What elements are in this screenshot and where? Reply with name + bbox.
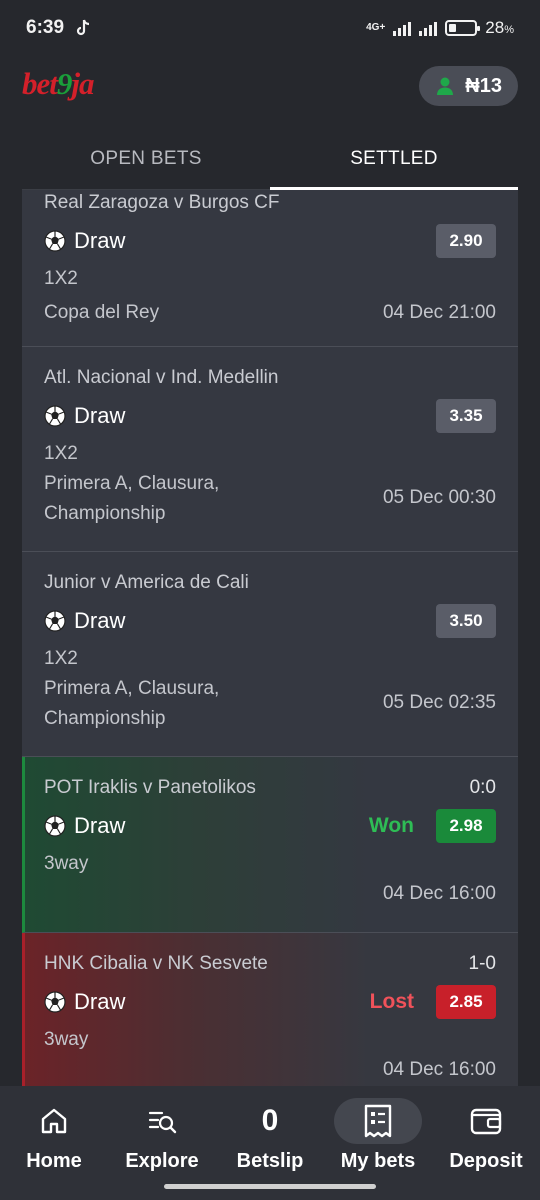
match-name: Junior v America de Cali [44,572,249,593]
tab-settled[interactable]: SETTLED [270,128,518,190]
odds-badge: 2.98 [436,809,496,843]
final-score: 0:0 [469,777,496,798]
result-won-label: Won [368,814,414,837]
bet-card[interactable]: Real Zaragoza v Burgos CF Draw 2.90 1X2 … [22,190,518,347]
football-icon [44,610,66,632]
result-lost-label: Lost [369,990,414,1013]
odds-badge: 3.50 [436,604,496,638]
competition: Primera A, Clausura, Championship [44,678,220,729]
odds-badge: 2.90 [436,224,496,258]
market: 1X2 [44,443,78,464]
app-header: bet9ja ₦13 [0,62,540,110]
selection: Draw [44,228,125,254]
selection: Draw [44,403,125,429]
football-icon [44,815,66,837]
market: 1X2 [44,268,78,289]
match-name: Real Zaragoza v Burgos CF [44,192,280,213]
football-icon [44,991,66,1013]
market: 3way [44,853,89,874]
kickoff-time: 04 Dec 16:00 [382,883,496,904]
bet-card[interactable]: Junior v America de Cali Draw 3.50 1X2 P… [22,552,518,757]
home-indicator [164,1184,376,1189]
bet-card-lost[interactable]: HNK Cibalia v NK Sesvete 1-0 Draw Lost 2… [22,933,518,1086]
status-bar: 6:39 4G+ 28% [0,0,540,56]
battery-icon [445,20,481,36]
nav-deposit[interactable]: Deposit [432,1090,540,1200]
status-time: 6:39 [26,17,65,38]
selection: Draw [44,989,125,1015]
network-type: 4G+ [366,22,386,33]
status-indicators: 4G+ 28% [366,18,514,38]
bets-tabs: OPEN BETS SETTLED [22,128,518,190]
football-icon [44,230,66,252]
signal-icon [393,20,412,36]
odds-badge: 2.85 [436,985,496,1019]
bet9ja-logo[interactable]: bet9ja [22,66,95,102]
bottom-navigation: Home Explore 0 Betslip My bets Deposit [0,1086,540,1200]
user-icon [437,77,454,95]
my-bets-icon [334,1098,422,1144]
match-name: POT Iraklis v Panetolikos [44,777,256,798]
kickoff-time: 04 Dec 16:00 [382,1059,496,1080]
tab-open-bets[interactable]: OPEN BETS [22,128,270,189]
final-score: 1-0 [468,953,496,974]
balance-amount: ₦13 [465,74,502,97]
wallet-icon [442,1098,530,1144]
settled-bets-list[interactable]: Real Zaragoza v Burgos CF Draw 2.90 1X2 … [22,190,518,1086]
selection: Draw [44,813,125,839]
selection: Draw [44,608,125,634]
battery-percent: 28% [485,18,514,37]
bet-card-won[interactable]: POT Iraklis v Panetolikos 0:0 Draw Won 2… [22,757,518,933]
bet-card[interactable]: Atl. Nacional v Ind. Medellin Draw 3.35 … [22,347,518,552]
home-icon [10,1098,98,1144]
competition: Primera A, Clausura, Championship [44,473,220,524]
odds-badge: 3.35 [436,399,496,433]
kickoff-time: 05 Dec 00:30 [382,487,496,508]
kickoff-time: 04 Dec 21:00 [382,302,496,323]
market: 3way [44,1029,89,1050]
nav-home[interactable]: Home [0,1090,108,1200]
tiktok-icon [74,19,92,37]
match-name: HNK Cibalia v NK Sesvete [44,953,268,974]
account-balance-button[interactable]: ₦13 [419,66,518,106]
explore-icon [118,1098,206,1144]
betslip-count: 0 [261,1104,279,1137]
football-icon [44,405,66,427]
market: 1X2 [44,648,78,669]
kickoff-time: 05 Dec 02:35 [382,692,496,713]
signal-icon-2 [419,20,438,36]
competition: Copa del Rey [44,302,160,323]
match-name: Atl. Nacional v Ind. Medellin [44,367,279,388]
